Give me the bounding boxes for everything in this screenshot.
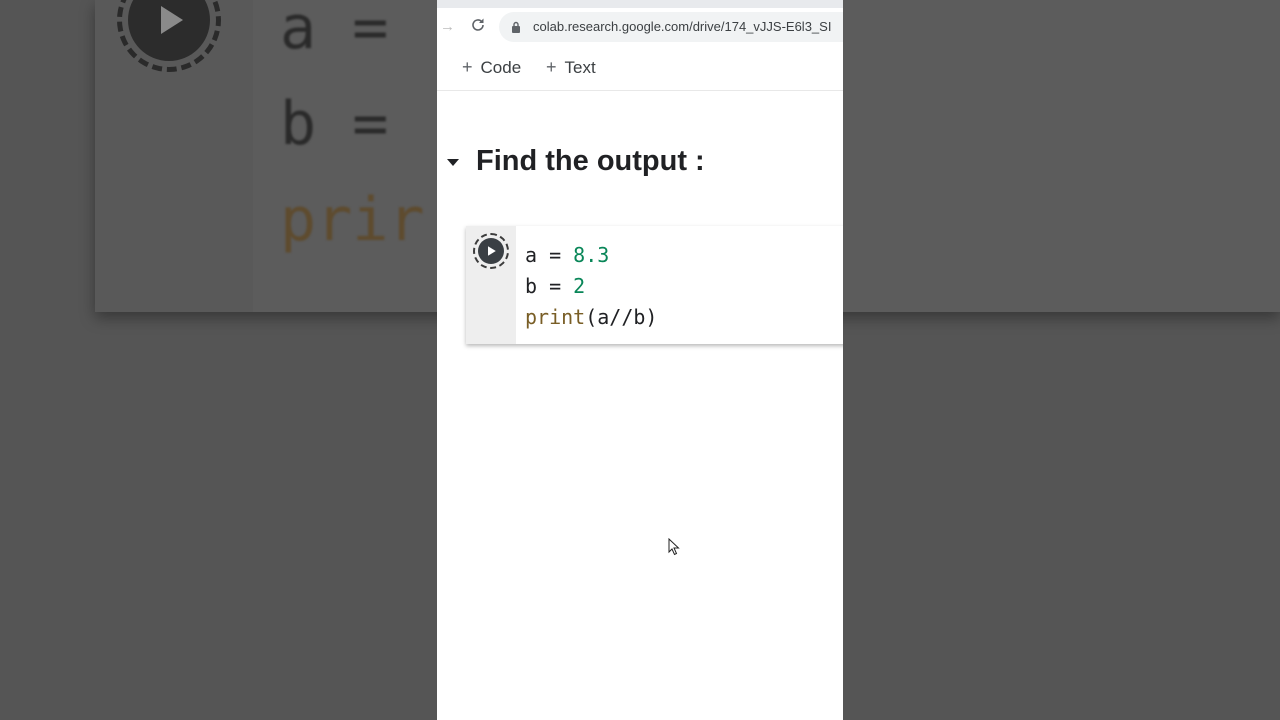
run-cell-button[interactable] <box>473 233 509 269</box>
notebook-toolbar: + Code + Text <box>437 52 843 91</box>
background-run-icon <box>117 0 221 72</box>
code-cell[interactable]: a = 8.3 b = 2 print(a//b) <box>466 226 843 344</box>
colab-screen: → colab.research.google.com/drive/174_vJ… <box>437 0 843 720</box>
section-title: Find the output : <box>476 145 705 177</box>
background-code: a = b = prir <box>280 0 425 255</box>
add-code-button[interactable]: + Code <box>462 57 521 78</box>
code-text[interactable]: a = 8.3 b = 2 print(a//b) <box>525 240 658 333</box>
browser-address-bar: → colab.research.google.com/drive/174_vJ… <box>437 0 843 52</box>
add-text-button[interactable]: + Text <box>546 57 596 78</box>
tab-strip <box>437 0 843 8</box>
plus-icon: + <box>546 57 557 77</box>
background-gutter <box>95 0 253 312</box>
mouse-cursor-icon <box>668 538 680 556</box>
play-icon <box>478 238 504 264</box>
plus-icon: + <box>462 57 473 77</box>
lock-icon <box>512 21 520 33</box>
forward-icon[interactable]: → <box>440 18 455 35</box>
cell-gutter <box>466 226 516 344</box>
section-header[interactable]: Find the output : <box>447 145 705 178</box>
url-field[interactable]: colab.research.google.com/drive/174_vJJS… <box>499 12 843 42</box>
url-text: colab.research.google.com/drive/174_vJJS… <box>533 19 832 34</box>
collapse-caret-icon[interactable] <box>447 159 459 166</box>
reload-icon[interactable] <box>470 17 486 33</box>
